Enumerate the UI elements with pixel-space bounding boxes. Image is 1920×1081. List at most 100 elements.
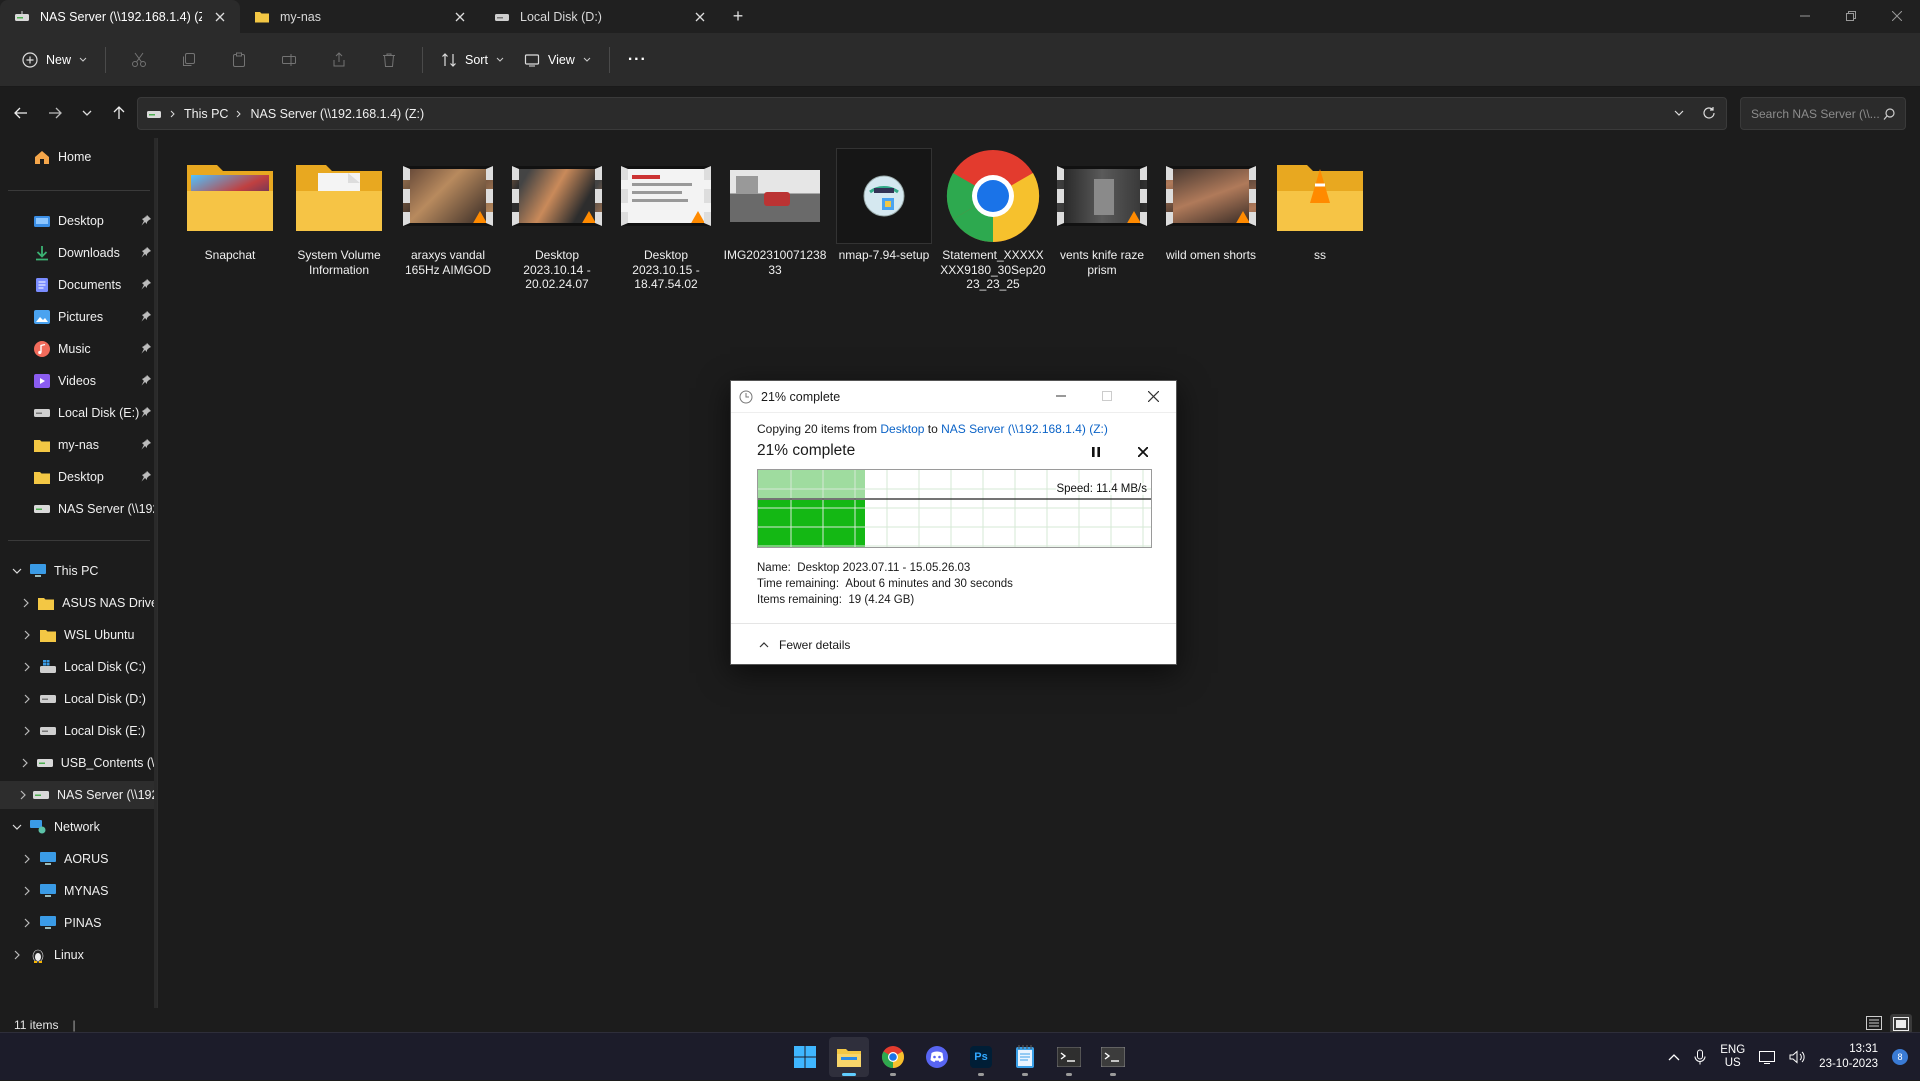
pin-icon[interactable] xyxy=(140,470,152,482)
file-item[interactable]: IMG20231007123833 xyxy=(722,148,828,277)
file-item[interactable]: araxys vandal 165Hz AIMGOD xyxy=(395,148,501,277)
breadcrumb-nas-server[interactable]: NAS Server (\\192.168.1.4) (Z:) xyxy=(250,107,424,121)
sidebar-item-usb-contents[interactable]: USB_Contents (\\ xyxy=(0,749,157,777)
close-tab-icon[interactable] xyxy=(692,9,708,25)
copy-icon[interactable] xyxy=(172,43,206,77)
chrome-icon[interactable] xyxy=(873,1037,913,1077)
clock[interactable]: 13:31 23-10-2023 xyxy=(1819,1042,1878,1072)
sidebar-item-wsl-ubuntu[interactable]: WSL Ubuntu xyxy=(0,621,157,649)
notification-badge[interactable]: 8 xyxy=(1892,1049,1908,1065)
restore-icon[interactable] xyxy=(1828,0,1874,32)
sidebar-item-mynas[interactable]: MYNAS xyxy=(0,877,157,905)
new-button[interactable]: New xyxy=(14,43,95,77)
chevron-right-icon[interactable] xyxy=(20,692,34,706)
minimize-icon[interactable] xyxy=(1038,381,1084,411)
sidebar-item-videos[interactable]: Videos xyxy=(0,367,157,395)
chevron-down-icon[interactable] xyxy=(10,820,24,834)
chevron-right-icon[interactable] xyxy=(20,596,32,610)
start-icon[interactable] xyxy=(785,1037,825,1077)
file-item[interactable]: nmap-7.94-setup xyxy=(831,148,937,263)
sort-button[interactable]: Sort xyxy=(433,43,512,77)
close-window-icon[interactable] xyxy=(1874,0,1920,32)
address-history-icon[interactable] xyxy=(1674,110,1684,117)
pin-icon[interactable] xyxy=(140,278,152,290)
sidebar-item-pictures[interactable]: Pictures xyxy=(0,303,157,331)
forward-arrow-icon[interactable] xyxy=(38,96,72,130)
discord-icon[interactable] xyxy=(917,1037,957,1077)
network-status-icon[interactable] xyxy=(1759,1050,1776,1064)
rename-icon[interactable] xyxy=(272,43,306,77)
photoshop-icon[interactable]: Ps xyxy=(961,1037,1001,1077)
chevron-right-icon[interactable] xyxy=(20,884,34,898)
sidebar-item-this-pc[interactable]: This PC xyxy=(0,557,157,585)
sidebar-item-desktop-folder[interactable]: Desktop xyxy=(0,463,157,491)
new-tab-button[interactable]: + xyxy=(720,0,756,33)
sidebar-item-linux[interactable]: Linux xyxy=(0,941,157,969)
file-item[interactable]: vents knife raze prism xyxy=(1049,148,1155,277)
sidebar-item-aorus[interactable]: AORUS xyxy=(0,845,157,873)
view-button[interactable]: View xyxy=(516,43,599,77)
sidebar-item-documents[interactable]: Documents xyxy=(0,271,157,299)
cancel-copy-icon[interactable] xyxy=(1136,445,1150,459)
pin-icon[interactable] xyxy=(140,342,152,354)
fewer-details-toggle[interactable]: Fewer details xyxy=(731,623,1176,665)
minimize-icon[interactable] xyxy=(1782,0,1828,32)
copy-source-link[interactable]: Desktop xyxy=(880,422,924,436)
sidebar-item-local-disk-e[interactable]: Local Disk (E:) xyxy=(0,399,157,427)
paste-icon[interactable] xyxy=(222,43,256,77)
address-bar[interactable]: This PC NAS Server (\\192.168.1.4) (Z:) xyxy=(137,97,1727,130)
sidebar-item-network[interactable]: Network xyxy=(0,813,157,841)
tab-nas-server[interactable]: NAS Server (\\192.168.1.4) (Z:) xyxy=(0,0,240,33)
delete-icon[interactable] xyxy=(372,43,406,77)
sidebar-item-local-disk-c[interactable]: Local Disk (C:) xyxy=(0,653,157,681)
large-icons-view-icon[interactable] xyxy=(1890,1014,1912,1034)
pin-icon[interactable] xyxy=(140,374,152,386)
sidebar-item-local-disk-d[interactable]: Local Disk (D:) xyxy=(0,685,157,713)
recent-locations-icon[interactable] xyxy=(72,96,102,130)
chevron-right-icon[interactable] xyxy=(20,852,34,866)
chevron-right-icon[interactable] xyxy=(20,916,34,930)
chevron-right-icon[interactable] xyxy=(20,628,34,642)
chevron-down-icon[interactable] xyxy=(10,564,24,578)
sidebar-item-home[interactable]: Home xyxy=(0,143,157,171)
notepad-icon[interactable] xyxy=(1005,1037,1045,1077)
pause-icon[interactable] xyxy=(1089,445,1103,459)
share-icon[interactable] xyxy=(322,43,356,77)
sidebar-item-local-disk-e-pc[interactable]: Local Disk (E:) xyxy=(0,717,157,745)
file-item[interactable]: wild omen shorts xyxy=(1158,148,1264,263)
search-box[interactable]: Search NAS Server (\\... xyxy=(1740,97,1906,130)
chevron-right-icon[interactable] xyxy=(20,724,34,738)
details-view-icon[interactable] xyxy=(1866,1016,1882,1030)
sidebar-item-asus-nas-drive[interactable]: ASUS NAS Drive xyxy=(0,589,157,617)
sidebar-item-music[interactable]: Music xyxy=(0,335,157,363)
back-arrow-icon[interactable] xyxy=(4,96,38,130)
sidebar-item-desktop[interactable]: Desktop xyxy=(0,207,157,235)
close-dialog-icon[interactable] xyxy=(1130,381,1176,411)
close-tab-icon[interactable] xyxy=(452,9,468,25)
sidebar-item-downloads[interactable]: Downloads xyxy=(0,239,157,267)
microphone-icon[interactable] xyxy=(1694,1049,1706,1065)
file-item[interactable]: Statement_XXXXXXXX9180_30Sep2023_23_25 xyxy=(940,148,1046,292)
chevron-right-icon[interactable] xyxy=(20,756,31,770)
terminal-icon[interactable] xyxy=(1049,1037,1089,1077)
more-options-button[interactable]: ··· xyxy=(620,43,655,77)
file-item[interactable]: Desktop 2023.10.15 - 18.47.54.02 xyxy=(613,148,719,292)
sidebar-item-pinas[interactable]: PINAS xyxy=(0,909,157,937)
file-item[interactable]: System Volume Information xyxy=(286,148,392,277)
chevron-up-icon[interactable] xyxy=(1668,1053,1680,1061)
cut-icon[interactable] xyxy=(122,43,156,77)
sidebar-item-nas-server[interactable]: NAS Server (\\192 xyxy=(0,781,157,809)
refresh-icon[interactable] xyxy=(1702,106,1716,120)
file-item[interactable]: Desktop 2023.10.14 - 20.02.24.07 xyxy=(504,148,610,292)
pin-icon[interactable] xyxy=(140,438,152,450)
tab-local-disk-d[interactable]: Local Disk (D:) xyxy=(480,0,720,33)
volume-icon[interactable] xyxy=(1789,1050,1805,1064)
file-item[interactable]: Snapchat xyxy=(177,148,283,263)
file-item[interactable]: ss xyxy=(1267,148,1373,263)
sidebar-item-my-nas[interactable]: my-nas xyxy=(0,431,157,459)
pin-icon[interactable] xyxy=(140,214,152,226)
file-explorer-icon[interactable] xyxy=(829,1037,869,1077)
tab-my-nas[interactable]: my-nas xyxy=(240,0,480,33)
breadcrumb-this-pc[interactable]: This PC xyxy=(184,107,228,121)
language-indicator[interactable]: ENG US xyxy=(1720,1044,1745,1070)
